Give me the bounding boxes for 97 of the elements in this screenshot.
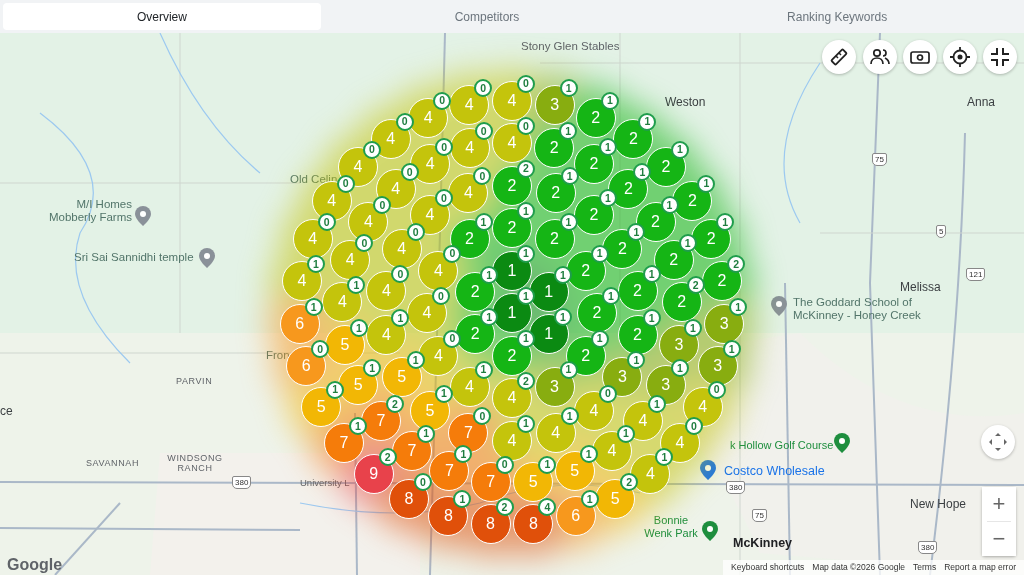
count-badge: 1 bbox=[590, 244, 609, 263]
count-badge: 1 bbox=[642, 264, 661, 283]
place-label: Stony Glen Stables bbox=[521, 40, 620, 54]
ruler-icon bbox=[828, 46, 850, 68]
place-label: PARVIN bbox=[176, 376, 213, 387]
place-label: k Hollow Golf Course bbox=[730, 439, 834, 452]
tab[interactable]: Overview bbox=[3, 3, 321, 30]
count-badge: 1 bbox=[627, 223, 646, 242]
count-badge: 1 bbox=[517, 329, 535, 348]
count-badge: 0 bbox=[474, 78, 493, 97]
count-badge: 0 bbox=[400, 163, 419, 182]
count-badge: 1 bbox=[678, 234, 697, 253]
count-badge: 0 bbox=[517, 117, 535, 135]
count-badge: 0 bbox=[435, 189, 454, 208]
place-label: Bonnie Wenk Park bbox=[643, 514, 699, 540]
count-badge: 2 bbox=[727, 254, 746, 273]
count-badge: 0 bbox=[395, 112, 414, 131]
ruler-button[interactable] bbox=[822, 40, 856, 74]
place-label: The Goddard School of McKinney - Honey Creek bbox=[793, 296, 922, 323]
location-target-button[interactable] bbox=[943, 40, 977, 74]
map-pin-icon[interactable] bbox=[135, 206, 151, 226]
place-label: Weston bbox=[665, 96, 706, 110]
count-badge: 1 bbox=[517, 287, 535, 305]
count-badge: 0 bbox=[432, 287, 450, 305]
move-arrows-icon bbox=[988, 432, 1008, 452]
map-pin-icon[interactable] bbox=[199, 248, 215, 268]
route-shield: 380 bbox=[918, 541, 938, 554]
attribution-link[interactable]: Report a map error bbox=[944, 562, 1016, 573]
place-label: New Hope bbox=[910, 498, 967, 512]
count-badge: 1 bbox=[480, 265, 499, 284]
attribution-link[interactable]: Keyboard shortcuts bbox=[731, 562, 805, 573]
attribution-link[interactable]: Terms bbox=[913, 562, 937, 573]
count-badge: 1 bbox=[598, 189, 617, 208]
banknote-button[interactable] bbox=[903, 40, 937, 74]
count-badge: 1 bbox=[517, 244, 535, 263]
place-label: Anna bbox=[967, 96, 996, 110]
place-label: SAVANNAH bbox=[86, 458, 139, 469]
attribution-link[interactable]: Map data ©2026 Google bbox=[812, 562, 906, 573]
count-badge: 1 bbox=[638, 112, 657, 131]
count-badge: 1 bbox=[559, 78, 578, 97]
count-badge: 2 bbox=[686, 276, 705, 295]
count-badge: 0 bbox=[433, 91, 452, 110]
count-badge: 1 bbox=[671, 140, 689, 159]
tab[interactable]: Ranking Keywords bbox=[653, 3, 1021, 30]
count-badge: 1 bbox=[642, 309, 661, 328]
count-badge: 1 bbox=[633, 163, 652, 182]
count-badge: 0 bbox=[406, 223, 425, 242]
count-badge: 1 bbox=[391, 309, 410, 328]
route-shield: 380 bbox=[232, 476, 252, 489]
count-badge: 0 bbox=[443, 329, 462, 348]
route-shield: 75 bbox=[872, 153, 887, 166]
collapse-icon bbox=[989, 46, 1011, 68]
collapse-button[interactable] bbox=[983, 40, 1017, 74]
count-badge: 1 bbox=[600, 91, 619, 110]
count-badge: 1 bbox=[560, 167, 579, 186]
count-badge: 1 bbox=[716, 213, 735, 232]
count-badge: 1 bbox=[559, 122, 578, 141]
map-pin-icon[interactable] bbox=[702, 521, 718, 541]
place-label: Melissa bbox=[900, 281, 941, 295]
count-badge: 1 bbox=[553, 265, 572, 284]
place-label: M/I Homes Mobberly Farms bbox=[47, 198, 132, 225]
count-badge: 0 bbox=[474, 122, 493, 141]
tab[interactable]: Competitors bbox=[320, 3, 654, 30]
count-badge: 1 bbox=[350, 318, 368, 337]
count-badge: 0 bbox=[435, 138, 454, 156]
map-pin-icon[interactable] bbox=[834, 433, 850, 453]
route-shield: 5 bbox=[936, 225, 947, 238]
count-badge: 1 bbox=[660, 195, 679, 214]
count-badge: 1 bbox=[559, 213, 578, 232]
place-label: Sri Sai Sannidhi temple bbox=[74, 251, 194, 265]
route-shield: 75 bbox=[752, 509, 767, 522]
count-badge: 1 bbox=[602, 287, 620, 305]
route-shield: 121 bbox=[966, 268, 986, 281]
count-badge: 1 bbox=[517, 202, 535, 220]
route-shield: 380 bbox=[726, 481, 746, 494]
place-label: ce bbox=[0, 405, 13, 419]
place-label: University L bbox=[300, 478, 350, 489]
people-button[interactable] bbox=[863, 40, 897, 74]
place-label: McKinney bbox=[733, 536, 793, 551]
count-badge: 2 bbox=[517, 159, 535, 178]
count-badge: 1 bbox=[697, 174, 716, 193]
zoom-out-button[interactable]: − bbox=[982, 522, 1016, 556]
map-pin-icon[interactable] bbox=[700, 460, 716, 480]
count-badge: 1 bbox=[474, 213, 493, 232]
map-pin-icon[interactable] bbox=[771, 296, 787, 316]
count-badge: 0 bbox=[473, 167, 492, 186]
place-label: WINDSONG RANCH bbox=[166, 453, 224, 474]
google-logo: Google bbox=[7, 555, 63, 575]
place-label: Costco Wholesale bbox=[724, 464, 825, 479]
count-badge: 1 bbox=[480, 308, 499, 327]
location-target-icon bbox=[949, 46, 971, 68]
count-badge: 0 bbox=[443, 244, 462, 263]
zoom-in-button[interactable]: + bbox=[982, 487, 1016, 521]
count-badge: 1 bbox=[347, 276, 366, 295]
count-badge: 1 bbox=[598, 138, 617, 156]
count-badge: 1 bbox=[729, 297, 748, 316]
count-badge: 0 bbox=[517, 74, 535, 93]
